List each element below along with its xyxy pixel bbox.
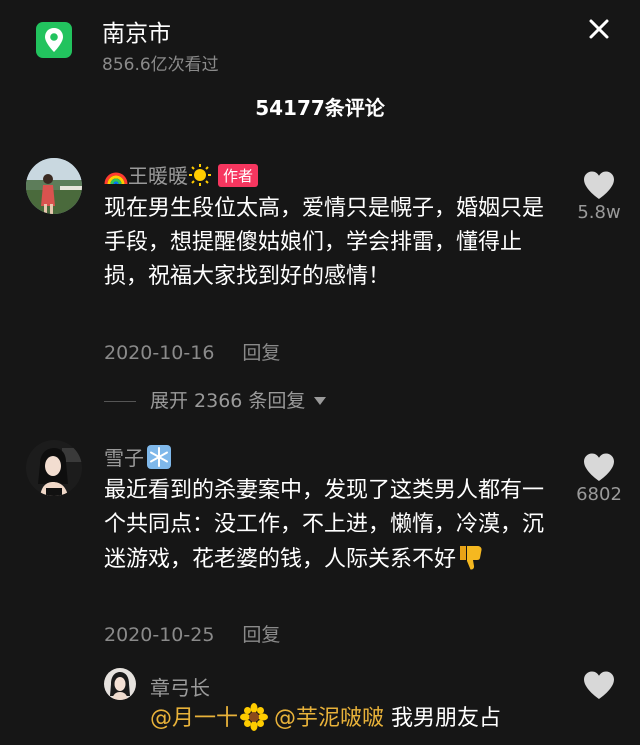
like-button[interactable]: 5.8w: [569, 170, 629, 223]
comment-text[interactable]: 现在男生段位太高，爱情只是幌子，婚姻只是手段，想提醒傻姑娘们，学会排雷，懂得止损…: [104, 192, 544, 294]
like-button[interactable]: 6802: [569, 452, 629, 505]
divider-line: [104, 401, 136, 402]
mention-link[interactable]: @月一十: [150, 706, 238, 731]
comment-username[interactable]: 王暖暖 作者: [104, 160, 259, 189]
author-badge: 作者: [218, 164, 259, 187]
comment-text[interactable]: 最近看到的杀妻案中，发现了这类男人都有一个共同点：没工作，不上进，懒惰，冷漠，沉…: [104, 474, 544, 577]
avatar[interactable]: [104, 668, 136, 700]
caret-down-icon: [314, 397, 327, 405]
avatar[interactable]: [26, 440, 82, 496]
comments-count: 54177条评论: [255, 96, 385, 120]
comment-date: 2020-10-25: [104, 624, 215, 646]
reply-button[interactable]: 回复: [242, 342, 280, 364]
comment-username[interactable]: 雪子: [104, 442, 172, 471]
like-count: 5.8w: [577, 202, 621, 223]
comment-username-text: 雪子: [104, 446, 144, 470]
avatar[interactable]: [26, 158, 82, 214]
comment-meta: 2020-10-25 回复: [104, 620, 280, 647]
comment-text-body: 我男朋友占: [391, 706, 502, 731]
comment-text[interactable]: @月一十 @芋泥啵啵 我男朋友占: [150, 702, 570, 736]
sunflower-emoji-icon: [240, 703, 269, 731]
comment-meta: 2020-10-16 回复: [104, 338, 280, 365]
thumbs-down-emoji-icon: [460, 546, 482, 570]
snowflake-emoji-icon: [147, 445, 171, 469]
rainbow-emoji-icon: [104, 172, 128, 185]
like-button[interactable]: [569, 670, 629, 700]
heart-icon[interactable]: [582, 452, 616, 482]
heart-icon[interactable]: [582, 170, 616, 200]
expand-replies-label: 展开 2366 条回复: [150, 390, 306, 412]
location-title[interactable]: 南京市: [102, 14, 171, 48]
reply-button[interactable]: 回复: [242, 624, 280, 646]
mention-link[interactable]: @芋泥啵啵: [274, 706, 384, 731]
location-header: 南京市 856.6亿次看过: [0, 0, 640, 80]
expand-replies-button[interactable]: 展开 2366 条回复: [104, 386, 327, 413]
location-pin-icon[interactable]: [36, 22, 72, 58]
location-view-count: 856.6亿次看过: [102, 55, 219, 75]
heart-icon[interactable]: [582, 670, 616, 700]
comment-username-text: 王暖暖: [128, 164, 188, 188]
close-icon[interactable]: [584, 14, 614, 44]
sun-emoji-icon: [189, 164, 211, 186]
comment-date: 2020-10-16: [104, 342, 215, 364]
like-count: 6802: [576, 484, 622, 505]
comment-username[interactable]: 章弓长: [150, 672, 210, 701]
